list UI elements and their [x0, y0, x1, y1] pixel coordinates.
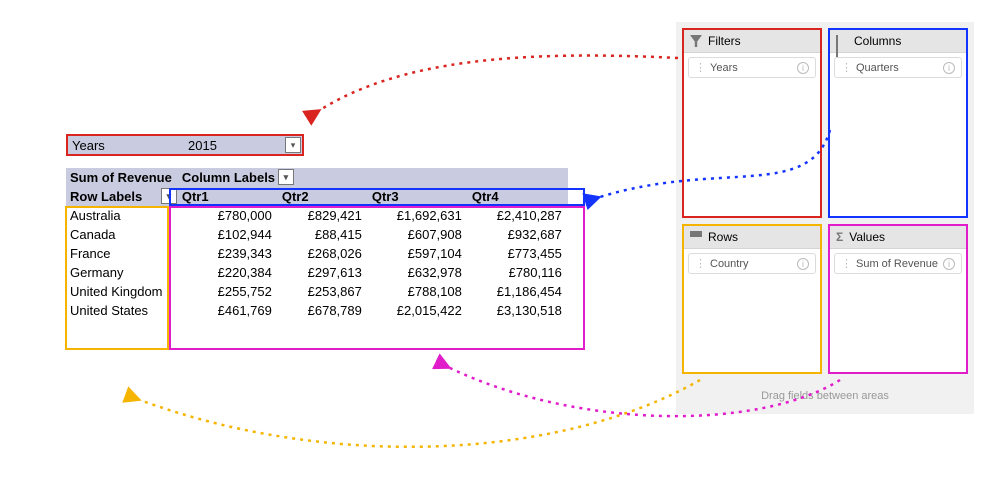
- pivot-col-header: Qtr4: [468, 187, 568, 206]
- data-cell: £461,769: [178, 301, 278, 320]
- drag-hint: Drag fields between areas: [682, 380, 968, 408]
- data-cell: £607,908: [368, 225, 468, 244]
- field-label: Country: [710, 258, 749, 270]
- data-cell: £780,116: [468, 263, 568, 282]
- pivot-col-header: Qtr1: [178, 187, 278, 206]
- filter-dropdown-icon[interactable]: ▾: [285, 137, 301, 153]
- data-cell: £773,455: [468, 244, 568, 263]
- data-cell: £829,421: [278, 206, 368, 225]
- data-cell: £102,944: [178, 225, 278, 244]
- data-cell: £932,687: [468, 225, 568, 244]
- row-label: United States: [66, 301, 178, 320]
- data-cell: £239,343: [178, 244, 278, 263]
- row-label: Canada: [66, 225, 178, 244]
- row-labels-dropdown-icon[interactable]: ▾: [161, 188, 177, 204]
- data-cell: £788,108: [368, 282, 468, 301]
- pivot-corner-measure: Sum of Revenue: [66, 168, 178, 187]
- area-values[interactable]: Σ Values ⋮ Sum of Revenue i: [828, 224, 968, 374]
- field-label: Years: [710, 62, 738, 74]
- filter-icon: [690, 35, 702, 47]
- table-row: Australia£780,000£829,421£1,692,631£2,41…: [66, 206, 568, 225]
- data-cell: £1,692,631: [368, 206, 468, 225]
- sigma-icon: Σ: [836, 230, 843, 244]
- row-label: France: [66, 244, 178, 263]
- grip-icon: ⋮: [695, 62, 706, 74]
- data-cell: £2,015,422: [368, 301, 468, 320]
- pivot-areas-panel: Filters ⋮ Years i Columns ⋮ Quarters i Row…: [676, 22, 974, 414]
- data-cell: £253,867: [278, 282, 368, 301]
- field-pill-sum-of-revenue[interactable]: ⋮ Sum of Revenue i: [834, 253, 962, 274]
- area-columns-title: Columns: [854, 34, 901, 48]
- area-filters-title: Filters: [708, 34, 741, 48]
- area-rows-title: Rows: [708, 230, 738, 244]
- area-values-title: Values: [849, 230, 885, 244]
- data-cell: £268,026: [278, 244, 368, 263]
- columns-icon: [836, 35, 848, 47]
- data-cell: £255,752: [178, 282, 278, 301]
- data-cell: £297,613: [278, 263, 368, 282]
- pivot-table: Sum of Revenue Column Labels ▾ Row Label…: [66, 168, 568, 320]
- table-row: United States£461,769£678,789£2,015,422£…: [66, 301, 568, 320]
- row-label: Germany: [66, 263, 178, 282]
- filter-field-value: 2015: [188, 138, 217, 153]
- data-cell: £678,789: [278, 301, 368, 320]
- info-icon[interactable]: i: [943, 62, 955, 74]
- column-labels-dropdown-icon[interactable]: ▾: [278, 169, 294, 185]
- area-columns[interactable]: Columns ⋮ Quarters i: [828, 28, 968, 218]
- rows-icon: [690, 231, 702, 243]
- data-cell: £780,000: [178, 206, 278, 225]
- grip-icon: ⋮: [695, 258, 706, 270]
- info-icon[interactable]: i: [797, 258, 809, 270]
- field-pill-quarters[interactable]: ⋮ Quarters i: [834, 57, 962, 78]
- pivot-row-labels-caption[interactable]: Row Labels ▾: [66, 187, 178, 206]
- filter-field-label: Years: [68, 138, 188, 153]
- grip-icon: ⋮: [841, 62, 852, 74]
- field-pill-country[interactable]: ⋮ Country i: [688, 253, 816, 274]
- pivot-col-header: Qtr3: [368, 187, 468, 206]
- pivot-filter-bar[interactable]: Years 2015 ▾: [66, 134, 304, 156]
- table-row: Germany£220,384£297,613£632,978£780,116: [66, 263, 568, 282]
- row-label: United Kingdom: [66, 282, 178, 301]
- info-icon[interactable]: i: [943, 258, 955, 270]
- area-filters[interactable]: Filters ⋮ Years i: [682, 28, 822, 218]
- column-labels-text: Column Labels: [182, 170, 275, 185]
- table-row: United Kingdom£255,752£253,867£788,108£1…: [66, 282, 568, 301]
- table-row: France£239,343£268,026£597,104£773,455: [66, 244, 568, 263]
- data-cell: £88,415: [278, 225, 368, 244]
- info-icon[interactable]: i: [797, 62, 809, 74]
- data-cell: £3,130,518: [468, 301, 568, 320]
- pivot-column-labels-caption[interactable]: Column Labels ▾: [178, 168, 568, 187]
- area-rows[interactable]: Rows ⋮ Country i: [682, 224, 822, 374]
- data-cell: £2,410,287: [468, 206, 568, 225]
- data-cell: £632,978: [368, 263, 468, 282]
- grip-icon: ⋮: [841, 258, 852, 270]
- data-cell: £597,104: [368, 244, 468, 263]
- field-label: Sum of Revenue: [856, 258, 938, 270]
- field-pill-years[interactable]: ⋮ Years i: [688, 57, 816, 78]
- pivot-col-header: Qtr2: [278, 187, 368, 206]
- data-cell: £220,384: [178, 263, 278, 282]
- table-row: Canada£102,944£88,415£607,908£932,687: [66, 225, 568, 244]
- data-cell: £1,186,454: [468, 282, 568, 301]
- row-label: Australia: [66, 206, 178, 225]
- row-labels-text: Row Labels: [70, 189, 142, 204]
- field-label: Quarters: [856, 62, 899, 74]
